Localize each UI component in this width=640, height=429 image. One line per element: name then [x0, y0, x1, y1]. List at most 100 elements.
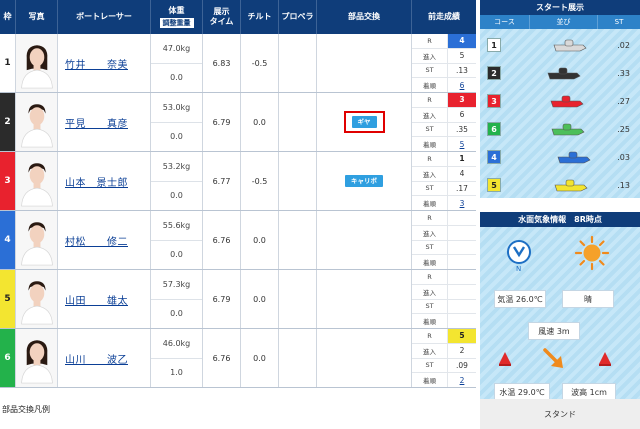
start-lane: 3.27: [480, 87, 640, 115]
prev-finish-link[interactable]: 3: [448, 196, 476, 210]
prev-label-st: ST: [412, 122, 448, 137]
prev-label-st: ST: [412, 181, 448, 196]
prev-course-badge: 1: [448, 152, 476, 166]
racer-name-link[interactable]: 山本 景士郎: [65, 174, 128, 189]
racer-rows: 1 竹井 奈美 47.0kg 0.0 6.83 -0.5 R 4 進入 5 ST .13 着順 6 2 平見 …: [0, 34, 476, 388]
weather-panel: 水面気象情報 8R時点 N 気温 26.0℃ 晴 風速 3m 水温 29.0℃ …: [480, 212, 640, 429]
propeller-value: [279, 152, 317, 210]
start-col-course: コース: [480, 15, 530, 29]
wind-speed-box: 風速 3m: [528, 322, 580, 340]
header-weight-sub: 調整重量: [159, 18, 194, 28]
prev-label-r: R: [412, 152, 448, 166]
exhibition-time: 6.79: [203, 270, 241, 328]
weight-value: 55.6kg: [151, 211, 202, 241]
waku-number: 5: [0, 270, 16, 328]
air-temp-box: 気温 26.0℃: [494, 290, 546, 308]
prev-entry: 2: [459, 346, 465, 356]
prev-course-badge: 4: [448, 34, 476, 48]
header-tilt: チルト: [241, 0, 279, 34]
prev-course-badge: 5: [448, 329, 476, 343]
boat-icon: [554, 179, 588, 192]
prev-st: [448, 300, 476, 314]
racer-photo[interactable]: [16, 270, 58, 328]
header-prev: 前走成績: [428, 12, 460, 21]
prev-label-r: R: [412, 93, 448, 107]
racer-photo[interactable]: [16, 152, 58, 210]
prev-course-badge: [448, 270, 476, 284]
propeller-value: [279, 270, 317, 328]
weight-value: 53.0kg: [151, 93, 202, 123]
adjust-weight-value: 1.0: [170, 368, 183, 378]
parts-exchange-cell: [317, 329, 412, 387]
prev-label-finish: 着順: [412, 373, 448, 387]
table-header: 枠 写真 ボートレーサー 体重 調整重量 展示 タイム チルト プロペラ 部品交…: [0, 0, 476, 34]
waku-number: 3: [0, 152, 16, 210]
parts-exchange-cell: キャリボ: [317, 152, 412, 210]
weight-cell: 47.0kg 0.0: [151, 34, 203, 92]
weight-cell: 55.6kg 0.0: [151, 211, 203, 269]
waku-number: 6: [0, 329, 16, 387]
adjust-weight-value: 0.0: [170, 191, 183, 201]
parts-tag-wrap: キャリボ: [337, 170, 391, 192]
start-lane-number: 5: [487, 178, 501, 192]
racer-photo[interactable]: [16, 211, 58, 269]
prev-st: [448, 241, 476, 255]
parts-tag: キャリボ: [345, 175, 383, 187]
adjust-weight-value: 0.0: [170, 73, 183, 83]
racer-name-link[interactable]: 村松 修二: [65, 233, 128, 248]
prev-label-st: ST: [412, 63, 448, 78]
prev-finish-link[interactable]: 2: [448, 373, 476, 387]
start-lane-number: 4: [487, 150, 501, 164]
buoy-right-icon: [599, 352, 611, 366]
racer-row: 3 山本 景士郎 53.2kg 0.0 6.77 -0.5 キャリボ R 1 進入 4 ST .17 着順…: [0, 152, 476, 211]
racer-name-cell: 山川 波乙: [58, 329, 151, 387]
exhibition-time: 6.77: [203, 152, 241, 210]
racer-photo[interactable]: [16, 34, 58, 92]
previous-result-cell: R 3 進入 6 ST .35 着順 5: [412, 93, 476, 151]
weight-value: 57.3kg: [151, 270, 202, 300]
racer-name-link[interactable]: 山川 波乙: [65, 351, 128, 366]
buoy-left-icon: [499, 352, 511, 366]
header-time-2: タイム: [209, 17, 234, 26]
weight-cell: 57.3kg 0.0: [151, 270, 203, 328]
start-timing: .13: [617, 180, 630, 190]
boat-icon: [550, 95, 584, 108]
start-col-st: ST: [614, 18, 624, 26]
prev-label-r: R: [412, 329, 448, 343]
prev-finish-link[interactable]: [448, 314, 476, 328]
prev-finish-link[interactable]: [448, 255, 476, 269]
racer-name-link[interactable]: 山田 雄太: [65, 292, 128, 307]
prev-course-badge: [448, 211, 476, 225]
weight-cell: 53.2kg 0.0: [151, 152, 203, 210]
prev-entry: [448, 285, 476, 299]
racer-row: 4 村松 修二 55.6kg 0.0 6.76 0.0 R 進入 ST 着順: [0, 211, 476, 270]
prev-st: .09: [456, 360, 468, 370]
prev-finish-link[interactable]: 5: [448, 137, 476, 151]
start-lane-number: 1: [487, 38, 501, 52]
parts-tag-wrap: ギヤ: [343, 111, 385, 133]
start-timing: .25: [617, 124, 630, 134]
racer-name-link[interactable]: 平見 真彦: [65, 115, 128, 130]
racer-name-cell: 平見 真彦: [58, 93, 151, 151]
adjust-weight-value: 0.0: [170, 132, 183, 142]
prev-entry: 6: [459, 110, 465, 120]
header-parts: 部品交換: [317, 0, 412, 34]
racer-name-cell: 村松 修二: [58, 211, 151, 269]
start-lane: 4.03: [480, 143, 640, 171]
stand-label: スタンド: [480, 399, 640, 429]
prev-finish-link[interactable]: 6: [448, 78, 476, 92]
start-lane-number: 2: [487, 66, 501, 80]
racer-photo[interactable]: [16, 329, 58, 387]
boat-icon: [553, 39, 587, 52]
weight-value: 53.2kg: [151, 152, 202, 182]
start-lane: 1.02: [480, 31, 640, 59]
header-waku: 枠: [0, 0, 16, 34]
parts-legend-title: 部品交換凡例: [2, 405, 50, 414]
racer-row: 1 竹井 奈美 47.0kg 0.0 6.83 -0.5 R 4 進入 5 ST .13 着順 6: [0, 34, 476, 93]
propeller-value: [279, 329, 317, 387]
racer-photo[interactable]: [16, 93, 58, 151]
previous-result-cell: R 進入 ST 着順: [412, 270, 476, 328]
prev-label-entry: 進入: [412, 225, 448, 240]
racer-name-link[interactable]: 竹井 奈美: [65, 56, 128, 71]
start-exhibition-panel: スタート展示 コース 並び ST 1.02 2.33 3.27 6.25 4.03 5.1…: [480, 0, 640, 198]
